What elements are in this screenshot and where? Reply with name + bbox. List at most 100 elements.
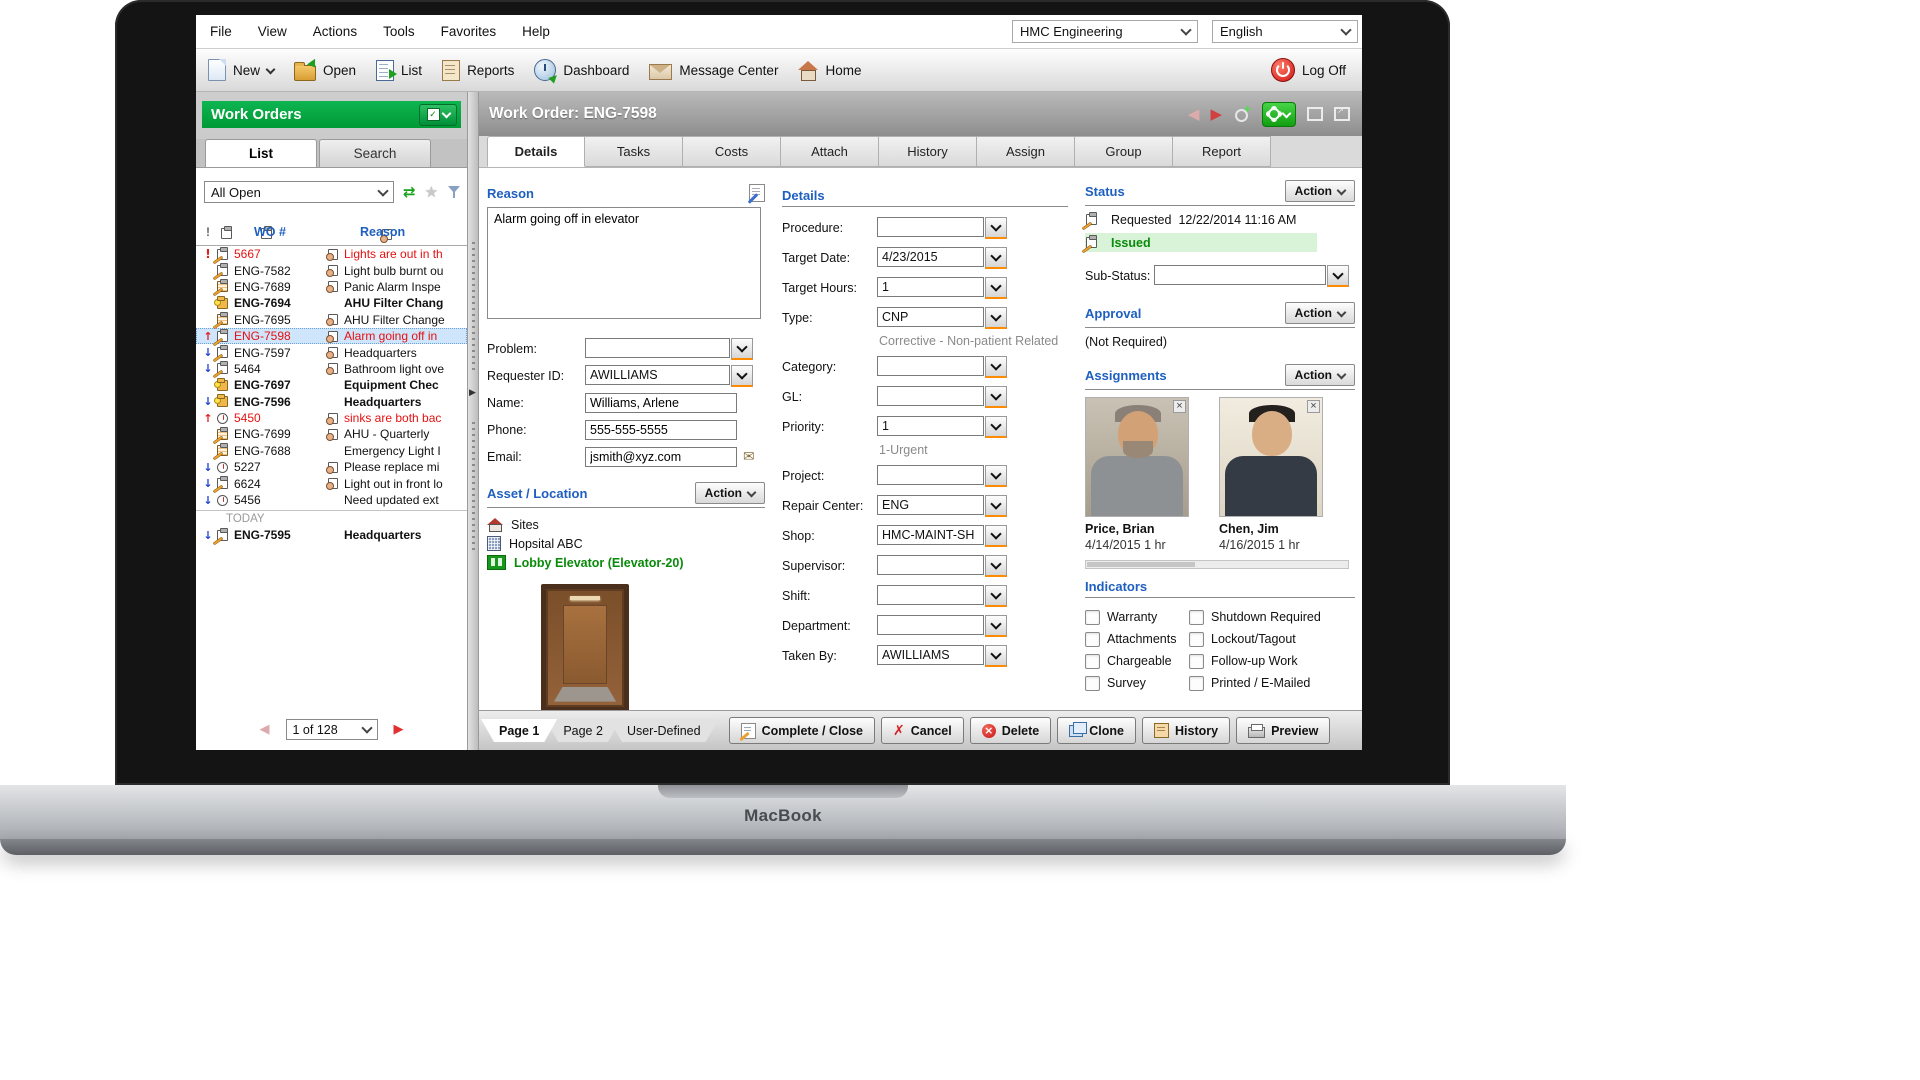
menu-view[interactable]: View xyxy=(258,24,287,39)
delete-button[interactable]: Delete xyxy=(970,717,1052,744)
tree-item[interactable]: Hopsital ABC xyxy=(487,534,765,553)
menu-favorites[interactable]: Favorites xyxy=(441,24,497,39)
tree-item[interactable]: Sites xyxy=(487,515,765,534)
combo-shift[interactable] xyxy=(877,585,1007,607)
combo-takenby[interactable]: AWILLIAMS xyxy=(877,645,1007,667)
restore-window-icon[interactable] xyxy=(1307,107,1323,121)
dropdown-button[interactable] xyxy=(731,365,753,387)
checkbox[interactable] xyxy=(1189,654,1204,669)
approval-action-button[interactable]: Action xyxy=(1285,302,1355,324)
assignments-action-button[interactable]: Action xyxy=(1285,364,1355,386)
work-order-row[interactable]: ENG-7694AHU Filter Chang xyxy=(196,295,467,311)
combo-targetdate[interactable]: 4/23/2015 xyxy=(877,247,1007,269)
dropdown-button[interactable] xyxy=(985,555,1007,577)
combo-repaircenter[interactable]: ENG xyxy=(877,495,1007,517)
combo-requesterid[interactable]: AWILLIAMS xyxy=(585,365,753,387)
remove-assignment-icon[interactable] xyxy=(1173,400,1186,413)
work-order-row[interactable]: 5667Lights are out in th xyxy=(196,246,467,262)
filter-funnel-icon[interactable] xyxy=(447,185,462,200)
menu-actions[interactable]: Actions xyxy=(313,24,357,39)
input-email[interactable] xyxy=(585,447,737,467)
pager-forward-icon[interactable]: ▶ xyxy=(394,722,404,737)
previous-record-icon[interactable]: ◀ xyxy=(1188,105,1200,123)
preview-button[interactable]: Preview xyxy=(1236,717,1330,744)
combo-type[interactable]: CNP xyxy=(877,307,1007,329)
asset-location-action-button[interactable]: Action xyxy=(695,482,765,504)
favorite-star-icon[interactable] xyxy=(425,183,438,201)
tab-costs[interactable]: Costs xyxy=(683,136,781,167)
tab-attach[interactable]: Attach xyxy=(781,136,879,167)
assignments-horizontal-scrollbar[interactable] xyxy=(1085,560,1349,569)
work-order-row[interactable]: 5227Please replace mi xyxy=(196,459,467,475)
combo-department[interactable] xyxy=(877,615,1007,637)
work-order-row[interactable]: ENG-7688Emergency Light I xyxy=(196,443,467,459)
combo-shop[interactable]: HMC-MAINT-SH xyxy=(877,525,1007,547)
refresh-icon[interactable] xyxy=(403,183,416,201)
dropdown-button[interactable] xyxy=(985,416,1007,438)
status-action-button[interactable]: Action xyxy=(1285,180,1355,202)
toolbar-list-button[interactable]: List xyxy=(376,60,422,81)
tab-history[interactable]: History xyxy=(879,136,977,167)
work-order-row[interactable]: ENG-7695AHU Filter Change xyxy=(196,312,467,328)
tab-assign[interactable]: Assign xyxy=(977,136,1075,167)
left-tab-search[interactable]: Search xyxy=(319,139,431,167)
work-order-row[interactable]: 6624Light out in front lo xyxy=(196,475,467,491)
cancel-button[interactable]: Cancel xyxy=(881,717,964,744)
work-order-row[interactable]: ENG-7582Light bulb burnt ou xyxy=(196,262,467,278)
tab-group[interactable]: Group xyxy=(1075,136,1173,167)
toolbar-open-button[interactable]: Open xyxy=(294,60,356,81)
priority-column-header[interactable]: ! xyxy=(206,225,210,239)
dropdown-button[interactable] xyxy=(985,307,1007,329)
left-tab-list[interactable]: List xyxy=(205,139,317,167)
toolbar-reports-button[interactable]: Reports xyxy=(442,60,514,81)
tab-report[interactable]: Report xyxy=(1173,136,1271,167)
organization-select[interactable]: HMC Engineering xyxy=(1012,20,1198,43)
work-order-row[interactable]: ENG-7595Headquarters xyxy=(196,527,467,543)
dropdown-button[interactable] xyxy=(985,645,1007,667)
reason-column-header[interactable]: Reason xyxy=(360,225,405,239)
pager-back-icon[interactable]: ◀ xyxy=(260,722,270,737)
dropdown-button[interactable] xyxy=(985,615,1007,637)
panel-splitter[interactable]: ▶ xyxy=(467,92,479,750)
tab-tasks[interactable]: Tasks xyxy=(585,136,683,167)
work-order-row[interactable]: ENG-7689Panic Alarm Inspe xyxy=(196,279,467,295)
work-order-row[interactable]: 5450sinks are both bac xyxy=(196,410,467,426)
module-dropdown-button[interactable] xyxy=(419,104,457,126)
checkbox[interactable] xyxy=(1189,676,1204,691)
dropdown-button[interactable] xyxy=(731,338,753,360)
dropdown-button[interactable] xyxy=(985,247,1007,269)
gear-plus-icon[interactable] xyxy=(1233,106,1251,122)
notepad-pen-icon[interactable] xyxy=(749,184,765,202)
dropdown-button[interactable] xyxy=(985,525,1007,547)
combo-procedure[interactable] xyxy=(877,217,1007,239)
complete-close-button[interactable]: Complete / Close xyxy=(729,717,875,744)
combo-supervisor[interactable] xyxy=(877,555,1007,577)
checkbox[interactable] xyxy=(1189,632,1204,647)
work-order-row[interactable]: 5456Need updated ext xyxy=(196,492,467,508)
tree-item[interactable]: Lobby Elevator (Elevator-20) xyxy=(487,553,765,572)
menu-tools[interactable]: Tools xyxy=(383,24,415,39)
collapse-arrow-icon[interactable]: ▶ xyxy=(469,388,476,398)
checkbox[interactable] xyxy=(1085,632,1100,647)
page-tab-page-1[interactable]: Page 1 xyxy=(481,719,557,742)
work-order-row[interactable]: ENG-7596Headquarters xyxy=(196,394,467,410)
popout-window-icon[interactable] xyxy=(1334,107,1350,121)
assignment-card[interactable]: Chen, Jim4/16/2015 1 hr xyxy=(1219,397,1323,552)
page-tab-user-defined[interactable]: User-Defined xyxy=(609,719,719,742)
input-name[interactable] xyxy=(585,393,737,413)
combo-category[interactable] xyxy=(877,356,1007,378)
pager-select[interactable]: 1 of 128 xyxy=(286,719,378,740)
language-select[interactable]: English xyxy=(1212,20,1358,43)
toolbar-message-center-button[interactable]: Message Center xyxy=(649,61,778,80)
input-phone[interactable] xyxy=(585,420,737,440)
combo-targethours[interactable]: 1 xyxy=(877,277,1007,299)
view-filter-select[interactable]: All Open xyxy=(204,181,394,203)
clipboard-icon[interactable] xyxy=(220,227,235,240)
wo-number-column-header[interactable]: WO # xyxy=(254,225,286,239)
dropdown-button[interactable] xyxy=(985,217,1007,239)
checkbox[interactable] xyxy=(1085,610,1100,625)
checkbox[interactable] xyxy=(1085,676,1100,691)
combo-project[interactable] xyxy=(877,465,1007,487)
menu-help[interactable]: Help xyxy=(522,24,550,39)
history-button[interactable]: History xyxy=(1142,717,1230,744)
